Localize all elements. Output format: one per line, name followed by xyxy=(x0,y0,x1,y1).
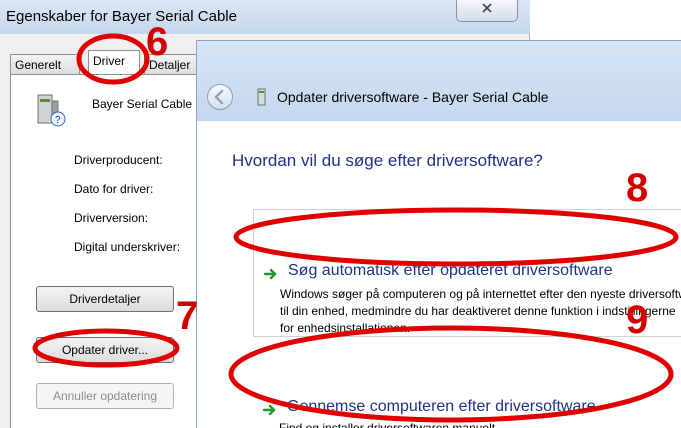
tab-details[interactable]: Detaljer xyxy=(144,54,204,74)
device-name: Bayer Serial Cable xyxy=(92,97,193,111)
driver-provider-label: Driverproducent: xyxy=(74,153,163,167)
back-button[interactable] xyxy=(207,84,233,110)
search-automatically-desc-line1: Windows søger på computeren og på intern… xyxy=(280,287,681,301)
svg-text:?: ? xyxy=(55,115,61,126)
digital-signer-label: Digital underskriver: xyxy=(74,240,181,254)
tab-driver[interactable]: Driver xyxy=(88,50,140,76)
driver-date-label: Dato for driver: xyxy=(74,182,154,196)
browse-computer-title: Gennemse computeren efter driversoftware xyxy=(287,398,596,415)
rollback-driver-button: Annuller opdatering xyxy=(36,383,174,409)
search-automatically-title: Søg automatisk efter opdateret driversof… xyxy=(288,262,613,279)
green-arrow-icon xyxy=(263,267,278,281)
close-icon xyxy=(480,2,494,17)
wizard-question: Hvordan vil du søge efter driversoftware… xyxy=(232,151,543,170)
back-arrow-icon xyxy=(208,89,232,113)
green-arrow-icon xyxy=(262,403,277,417)
tab-general[interactable]: Generelt xyxy=(10,54,80,74)
search-automatically-option[interactable]: Søg automatisk efter opdateret driversof… xyxy=(253,209,681,337)
wizard-header: Opdater driversoftware - Bayer Serial Ca… xyxy=(197,41,681,121)
driver-details-button[interactable]: Driverdetaljer xyxy=(36,286,174,312)
update-driver-button[interactable]: Opdater driver... xyxy=(36,337,174,363)
update-driver-wizard: Opdater driversoftware - Bayer Serial Ca… xyxy=(196,40,681,428)
driver-version-label: Driverversion: xyxy=(74,211,149,225)
search-automatically-desc-line2: til din enhed, medmindre du har deaktive… xyxy=(280,304,676,318)
properties-title: Egenskaber for Bayer Serial Cable xyxy=(6,8,237,25)
browse-computer-option[interactable]: Gennemse computeren efter driversoftware… xyxy=(253,359,681,428)
wizard-title: Opdater driversoftware - Bayer Serial Ca… xyxy=(277,89,549,105)
device-icon: ? xyxy=(36,91,66,127)
properties-titlebar: Egenskaber for Bayer Serial Cable xyxy=(0,0,530,34)
close-button[interactable] xyxy=(456,0,518,22)
search-automatically-desc-line3: for enhedsinstallationen. xyxy=(280,321,411,335)
device-small-icon xyxy=(257,88,267,106)
browse-computer-desc: Find og installer driversoftwaren manuel… xyxy=(279,421,499,428)
